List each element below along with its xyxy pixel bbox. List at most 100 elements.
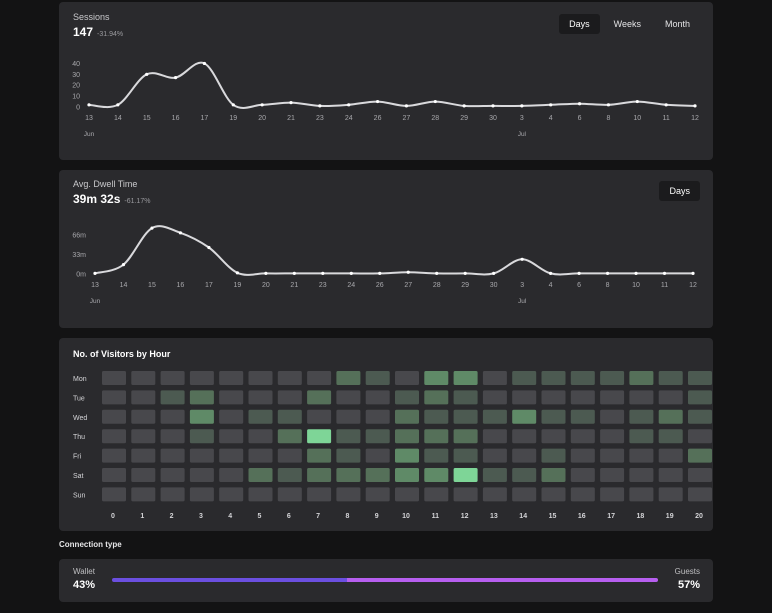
heatmap-cell[interactable] bbox=[336, 409, 361, 424]
heatmap-cell[interactable] bbox=[600, 390, 625, 405]
heatmap-cell[interactable] bbox=[482, 390, 507, 405]
heatmap-cell[interactable] bbox=[307, 429, 332, 444]
heatmap-cell[interactable] bbox=[102, 371, 126, 385]
heatmap-cell[interactable] bbox=[131, 429, 156, 444]
heatmap-cell[interactable] bbox=[189, 371, 214, 385]
data-point[interactable] bbox=[145, 72, 149, 76]
data-point[interactable] bbox=[260, 103, 264, 107]
heatmap-cell[interactable] bbox=[131, 468, 156, 482]
heatmap-cell[interactable] bbox=[160, 429, 185, 444]
data-point[interactable] bbox=[463, 271, 467, 276]
heatmap-cell[interactable] bbox=[102, 429, 126, 444]
heatmap-cell[interactable] bbox=[570, 487, 595, 502]
heatmap-cell[interactable] bbox=[365, 371, 390, 385]
heatmap-cell[interactable] bbox=[160, 487, 185, 502]
data-point[interactable] bbox=[549, 271, 553, 276]
heatmap-cell[interactable] bbox=[131, 371, 156, 385]
heatmap-cell[interactable] bbox=[219, 409, 244, 424]
heatmap-cell[interactable] bbox=[336, 390, 361, 405]
heatmap-cell[interactable] bbox=[629, 429, 654, 444]
heatmap-cell[interactable] bbox=[570, 409, 595, 424]
heatmap-cell[interactable] bbox=[512, 448, 537, 463]
heatmap-cell[interactable] bbox=[189, 468, 214, 482]
data-point[interactable] bbox=[202, 61, 207, 66]
data-point[interactable] bbox=[435, 271, 439, 276]
data-point[interactable] bbox=[492, 271, 496, 276]
heatmap-cell[interactable] bbox=[482, 487, 507, 502]
heatmap-cell[interactable] bbox=[189, 429, 214, 444]
heatmap-cell[interactable] bbox=[600, 409, 625, 424]
data-point[interactable] bbox=[635, 99, 639, 104]
heatmap-cell[interactable] bbox=[482, 409, 507, 424]
heatmap-cell[interactable] bbox=[189, 390, 214, 405]
heatmap-cell[interactable] bbox=[658, 487, 683, 502]
heatmap-cell[interactable] bbox=[336, 487, 361, 502]
data-point[interactable] bbox=[321, 271, 325, 276]
data-point[interactable] bbox=[347, 103, 351, 107]
heatmap-cell[interactable] bbox=[395, 429, 419, 444]
data-point[interactable] bbox=[693, 104, 697, 108]
heatmap-cell[interactable] bbox=[629, 371, 654, 385]
heatmap-cell[interactable] bbox=[658, 371, 683, 385]
heatmap-cell[interactable] bbox=[600, 487, 625, 502]
data-point[interactable] bbox=[491, 104, 495, 108]
heatmap-cell[interactable] bbox=[453, 371, 478, 385]
heatmap-cell[interactable] bbox=[131, 448, 156, 463]
heatmap-cell[interactable] bbox=[395, 390, 419, 405]
heatmap-cell[interactable] bbox=[541, 487, 566, 502]
heatmap-cell[interactable] bbox=[219, 448, 244, 463]
heatmap-cell[interactable] bbox=[629, 468, 654, 482]
heatmap-cell[interactable] bbox=[365, 487, 390, 502]
heatmap-cell[interactable] bbox=[629, 390, 654, 405]
heatmap-cell[interactable] bbox=[453, 468, 478, 482]
heatmap-cell[interactable] bbox=[336, 468, 361, 482]
heatmap-cell[interactable] bbox=[453, 390, 478, 405]
data-point[interactable] bbox=[349, 271, 353, 276]
data-point[interactable] bbox=[378, 271, 382, 276]
heatmap-cell[interactable] bbox=[307, 390, 332, 405]
heatmap-cell[interactable] bbox=[424, 429, 449, 444]
heatmap-cell[interactable] bbox=[248, 468, 273, 482]
heatmap-cell[interactable] bbox=[365, 409, 390, 424]
data-point[interactable] bbox=[404, 104, 409, 108]
heatmap-cell[interactable] bbox=[189, 448, 214, 463]
heatmap-cell[interactable] bbox=[424, 390, 449, 405]
data-point[interactable] bbox=[520, 257, 524, 261]
data-point[interactable] bbox=[606, 103, 611, 107]
heatmap-cell[interactable] bbox=[277, 487, 302, 502]
heatmap-cell[interactable] bbox=[365, 429, 390, 444]
heatmap-cell[interactable] bbox=[570, 468, 595, 482]
heatmap-cell[interactable] bbox=[541, 390, 566, 405]
data-point[interactable] bbox=[520, 104, 524, 108]
heatmap-cell[interactable] bbox=[570, 448, 595, 463]
heatmap-cell[interactable] bbox=[688, 487, 712, 502]
heatmap-cell[interactable] bbox=[277, 390, 302, 405]
data-point[interactable] bbox=[207, 245, 211, 250]
heatmap-cell[interactable] bbox=[453, 448, 478, 463]
heatmap-cell[interactable] bbox=[570, 390, 595, 405]
heatmap-cell[interactable] bbox=[277, 429, 302, 444]
heatmap-cell[interactable] bbox=[658, 409, 683, 424]
heatmap-cell[interactable] bbox=[629, 487, 654, 502]
heatmap-cell[interactable] bbox=[424, 409, 449, 424]
heatmap-cell[interactable] bbox=[658, 448, 683, 463]
heatmap-cell[interactable] bbox=[482, 429, 507, 444]
heatmap-cell[interactable] bbox=[277, 448, 302, 463]
heatmap-cell[interactable] bbox=[102, 390, 126, 405]
heatmap-cell[interactable] bbox=[277, 468, 302, 482]
data-point[interactable] bbox=[150, 226, 154, 230]
heatmap-cell[interactable] bbox=[395, 468, 419, 482]
data-point[interactable] bbox=[173, 76, 178, 80]
heatmap-cell[interactable] bbox=[219, 429, 244, 444]
data-point[interactable] bbox=[289, 101, 293, 105]
data-point[interactable] bbox=[549, 103, 553, 107]
heatmap-cell[interactable] bbox=[365, 390, 390, 405]
heatmap-cell[interactable] bbox=[541, 409, 566, 424]
heatmap-cell[interactable] bbox=[131, 409, 156, 424]
heatmap-cell[interactable] bbox=[277, 409, 302, 424]
heatmap-cell[interactable] bbox=[160, 448, 185, 463]
heatmap-cell[interactable] bbox=[688, 429, 712, 444]
heatmap-cell[interactable] bbox=[512, 409, 537, 424]
data-point[interactable] bbox=[121, 262, 126, 267]
data-point[interactable] bbox=[605, 271, 610, 276]
